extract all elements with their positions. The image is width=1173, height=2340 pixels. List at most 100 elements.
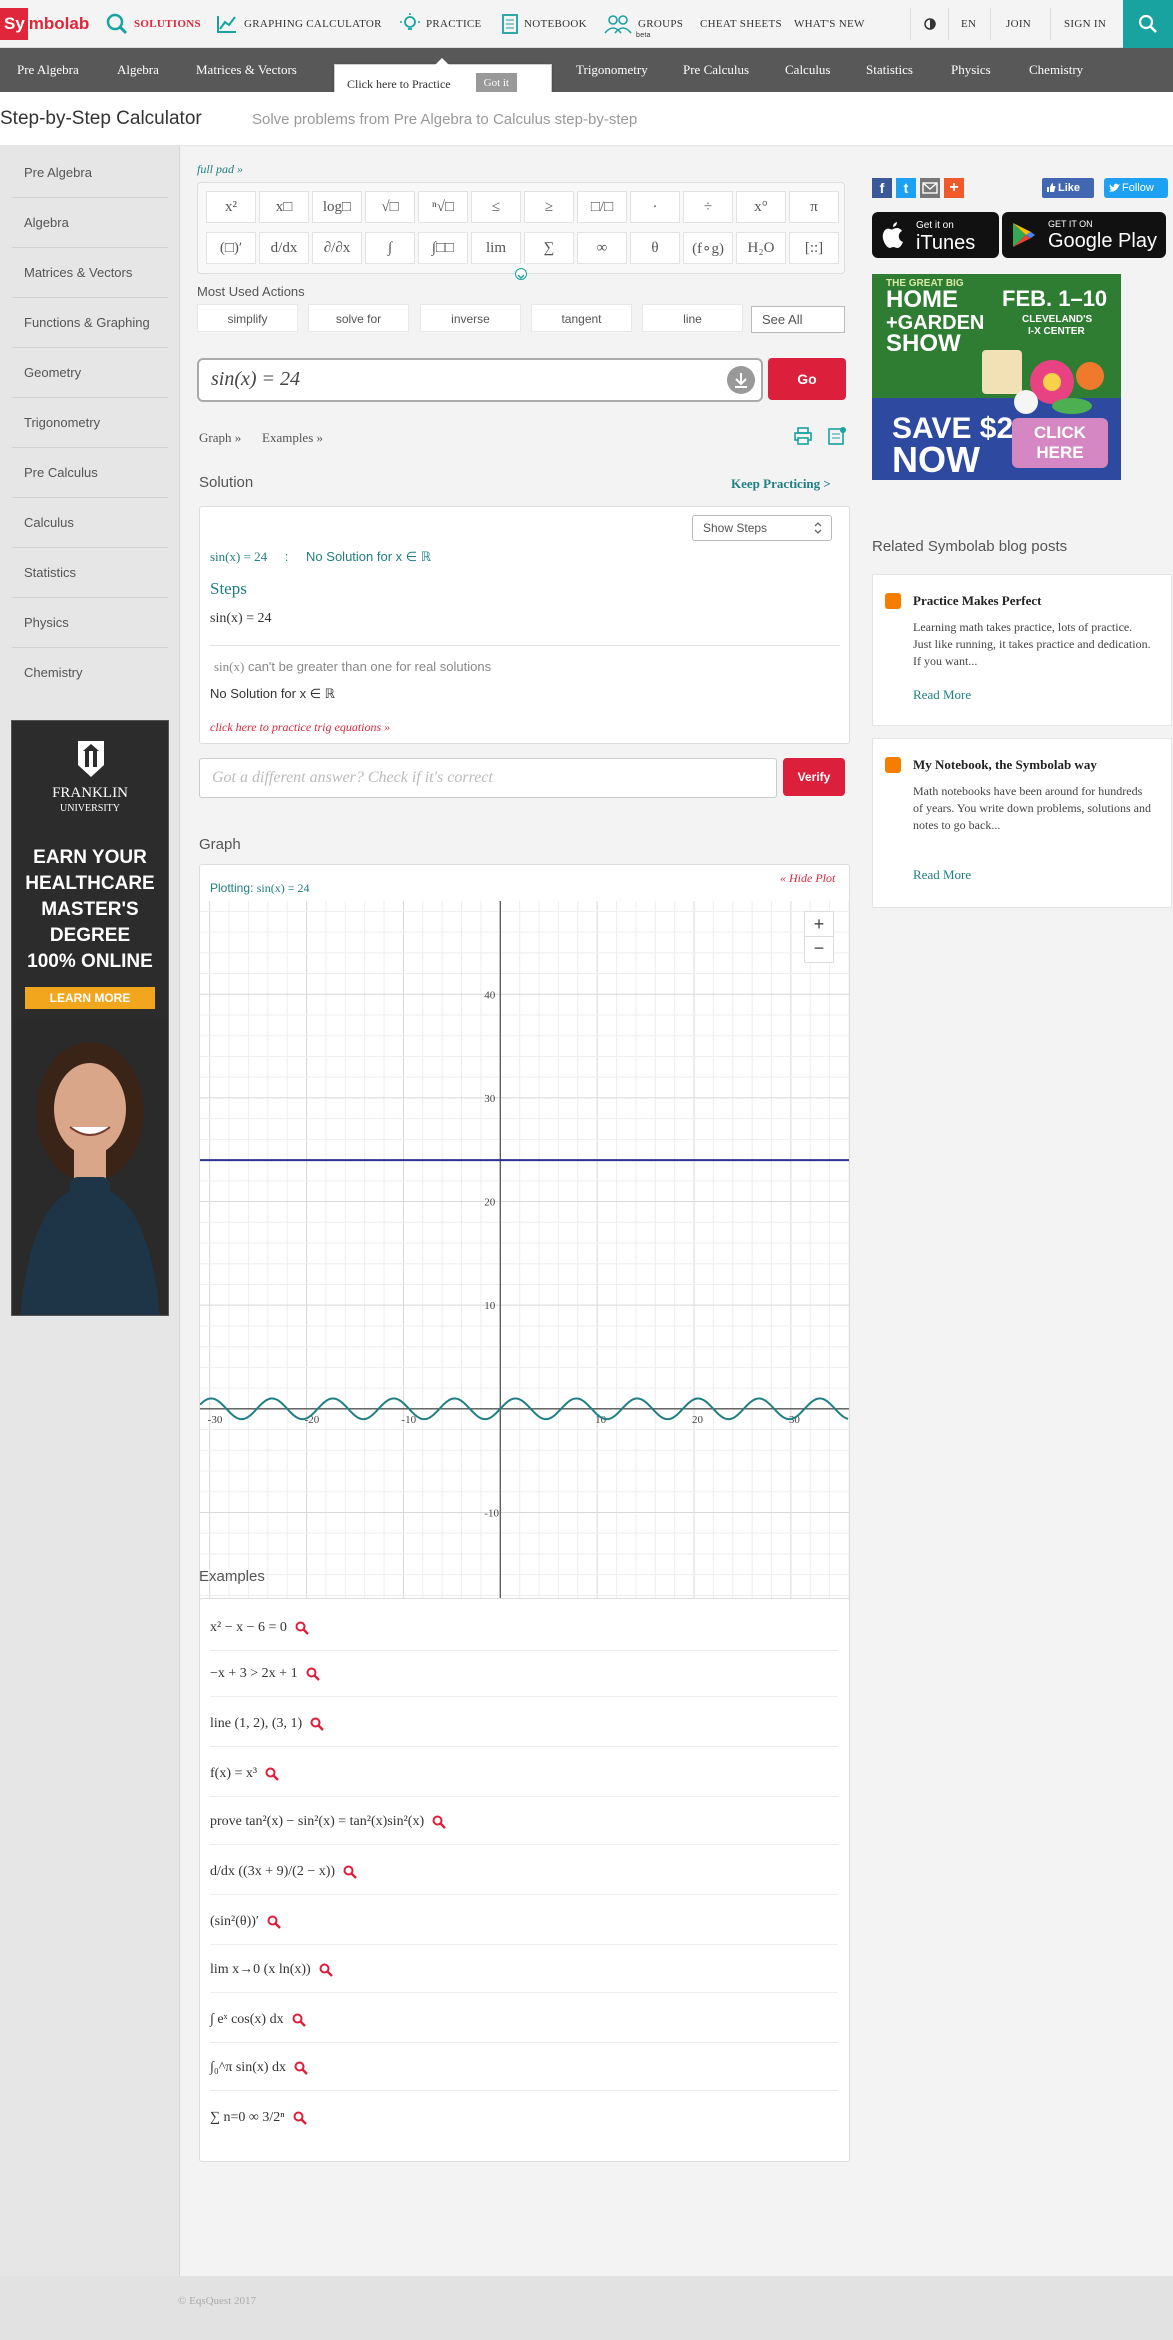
magnifier-icon[interactable] (310, 1717, 325, 1731)
magnifier-icon[interactable] (343, 1865, 357, 1879)
ad-click-here-button[interactable]: CLICK HERE (1012, 418, 1108, 468)
function-plot[interactable]: -30-20-1010203040302010-10-20 (200, 901, 849, 1699)
nav-practice[interactable]: PRACTICE (400, 0, 482, 48)
keypad-button[interactable]: ≤ (471, 191, 521, 223)
sidebar-item-calculus[interactable]: Calculus (12, 498, 168, 548)
example-item[interactable]: f(x) = x³ (210, 1751, 838, 1797)
keypad-button[interactable]: ∑ (524, 232, 574, 264)
symbolab-logo[interactable]: Sy mbolab (0, 0, 89, 48)
sidebar-item-statistics[interactable]: Statistics (12, 548, 168, 598)
action-inverse[interactable]: inverse (420, 304, 521, 332)
go-button[interactable]: Go (768, 358, 846, 400)
keypad-button[interactable]: d/dx (259, 232, 309, 264)
keypad-button[interactable]: θ (630, 232, 680, 264)
keypad-button[interactable]: H₂O (736, 232, 786, 264)
subnav-calculus[interactable]: Calculus (785, 48, 831, 92)
zoom-in-button[interactable]: + (805, 912, 833, 937)
facebook-like-button[interactable]: Like (1042, 178, 1094, 198)
subnav-statistics[interactable]: Statistics (866, 48, 913, 92)
keypad-button[interactable]: ⁿ√□ (418, 191, 468, 223)
example-item[interactable]: ∫ eˣ cos(x) dx (210, 1997, 838, 2043)
see-all-dropdown[interactable]: See All (751, 306, 845, 333)
nav-notebook[interactable]: NOTEBOOK (502, 0, 587, 48)
example-item[interactable]: line (1, 2), (3, 1) (210, 1701, 838, 1747)
action-tangent[interactable]: tangent (531, 304, 632, 332)
example-item[interactable]: −x + 3 > 2x + 1 (210, 1651, 838, 1697)
magnifier-icon[interactable] (293, 2111, 307, 2125)
keep-practicing-link[interactable]: Keep Practicing > (731, 476, 831, 492)
sidebar-item-physics[interactable]: Physics (12, 598, 168, 648)
keypad-button[interactable]: log□ (312, 191, 362, 223)
blog-post-card[interactable]: Practice Makes Perfect Learning math tak… (872, 574, 1172, 726)
keypad-button[interactable]: ∫□□ (418, 232, 468, 264)
magnifier-icon[interactable] (294, 2061, 308, 2075)
theme-toggle[interactable] (924, 0, 942, 48)
nav-groups[interactable]: GROUPS beta (604, 0, 683, 48)
save-to-notebook-icon[interactable] (827, 426, 847, 446)
example-item[interactable]: x² − x − 6 = 0 (210, 1605, 838, 1651)
home-garden-show-ad[interactable]: THE GREAT BIG HOME +GARDEN SHOW FEB. 1–1… (872, 274, 1121, 480)
download-icon[interactable] (727, 366, 755, 394)
keypad-button[interactable]: ∂/∂x (312, 232, 362, 264)
graph-link[interactable]: Graph » (199, 430, 241, 446)
example-item[interactable]: (sin²(θ))′ (210, 1899, 838, 1945)
nav-cheat-sheets[interactable]: CHEAT SHEETS (700, 0, 782, 48)
keypad-button[interactable]: √□ (365, 191, 415, 223)
sidebar-item-matrices[interactable]: Matrices & Vectors (12, 248, 168, 298)
nav-graphing-calculator[interactable]: GRAPHING CALCULATOR (216, 0, 382, 48)
full-pad-link[interactable]: full pad » (197, 162, 243, 177)
subnav-matrices[interactable]: Matrices & Vectors (196, 48, 297, 92)
keypad-button[interactable]: π (789, 191, 839, 223)
magnifier-icon[interactable] (295, 1621, 309, 1635)
subnav-pre-calculus[interactable]: Pre Calculus (683, 48, 749, 92)
blog-post-title[interactable]: My Notebook, the Symbolab way (913, 757, 1097, 773)
sidebar-item-trigonometry[interactable]: Trigonometry (12, 398, 168, 448)
sidebar-item-chemistry[interactable]: Chemistry (12, 648, 168, 698)
keypad-button[interactable]: x□ (259, 191, 309, 223)
magnifier-icon[interactable] (267, 1915, 281, 1929)
blog-post-card[interactable]: My Notebook, the Symbolab way Math noteb… (872, 738, 1172, 908)
magnifier-icon[interactable] (306, 1667, 320, 1681)
language-selector[interactable]: EN (961, 0, 976, 48)
itunes-badge[interactable]: Get it on iTunes (872, 212, 999, 258)
hide-plot-link[interactable]: « Hide Plot (780, 871, 835, 886)
practice-trig-link[interactable]: click here to practice trig equations » (210, 720, 390, 735)
search-button[interactable] (1123, 0, 1173, 48)
example-item[interactable]: d/dx ((3x + 9)/(2 − x)) (210, 1849, 838, 1895)
collapse-pad-toggle[interactable] (515, 268, 527, 280)
action-simplify[interactable]: simplify (197, 304, 298, 332)
sidebar-item-algebra[interactable]: Algebra (12, 198, 168, 248)
show-steps-dropdown[interactable]: Show Steps (692, 515, 832, 541)
keypad-button[interactable]: (□)′ (206, 232, 256, 264)
sidebar-item-geometry[interactable]: Geometry (12, 348, 168, 398)
magnifier-icon[interactable] (265, 1767, 279, 1781)
example-item[interactable]: ∑ n=0 ∞ 3/2ⁿ (210, 2095, 838, 2141)
subnav-algebra[interactable]: Algebra (117, 48, 159, 92)
sidebar-item-pre-algebra[interactable]: Pre Algebra (12, 148, 168, 198)
action-line[interactable]: line (642, 304, 743, 332)
got-it-button[interactable]: Got it (475, 73, 517, 93)
keypad-button[interactable]: ∫ (365, 232, 415, 264)
magnifier-icon[interactable] (292, 2013, 306, 2027)
facebook-icon[interactable]: f (872, 178, 892, 198)
example-item[interactable]: lim x→0 (x ln(x)) (210, 1947, 838, 1993)
keypad-button[interactable]: ≥ (524, 191, 574, 223)
keypad-button[interactable]: □/□ (577, 191, 627, 223)
sign-in-link[interactable]: SIGN IN (1064, 0, 1106, 48)
keypad-button[interactable]: ÷ (683, 191, 733, 223)
email-icon[interactable] (920, 178, 940, 198)
google-play-badge[interactable]: GET IT ON Google Play (1002, 212, 1166, 258)
action-solve-for[interactable]: solve for (308, 304, 409, 332)
read-more-link[interactable]: Read More (913, 687, 971, 703)
subnav-pre-algebra[interactable]: Pre Algebra (17, 48, 79, 92)
share-plus-icon[interactable]: + (944, 178, 964, 198)
keypad-button[interactable]: x° (736, 191, 786, 223)
read-more-link[interactable]: Read More (913, 867, 971, 883)
keypad-button[interactable]: · (630, 191, 680, 223)
learn-more-button[interactable]: LEARN MORE (25, 987, 155, 1009)
examples-link[interactable]: Examples » (262, 430, 323, 446)
magnifier-icon[interactable] (432, 1815, 446, 1829)
nav-solutions[interactable]: SOLUTIONS (106, 0, 201, 48)
subnav-physics[interactable]: Physics (951, 48, 991, 92)
join-link[interactable]: JOIN (1006, 0, 1031, 48)
